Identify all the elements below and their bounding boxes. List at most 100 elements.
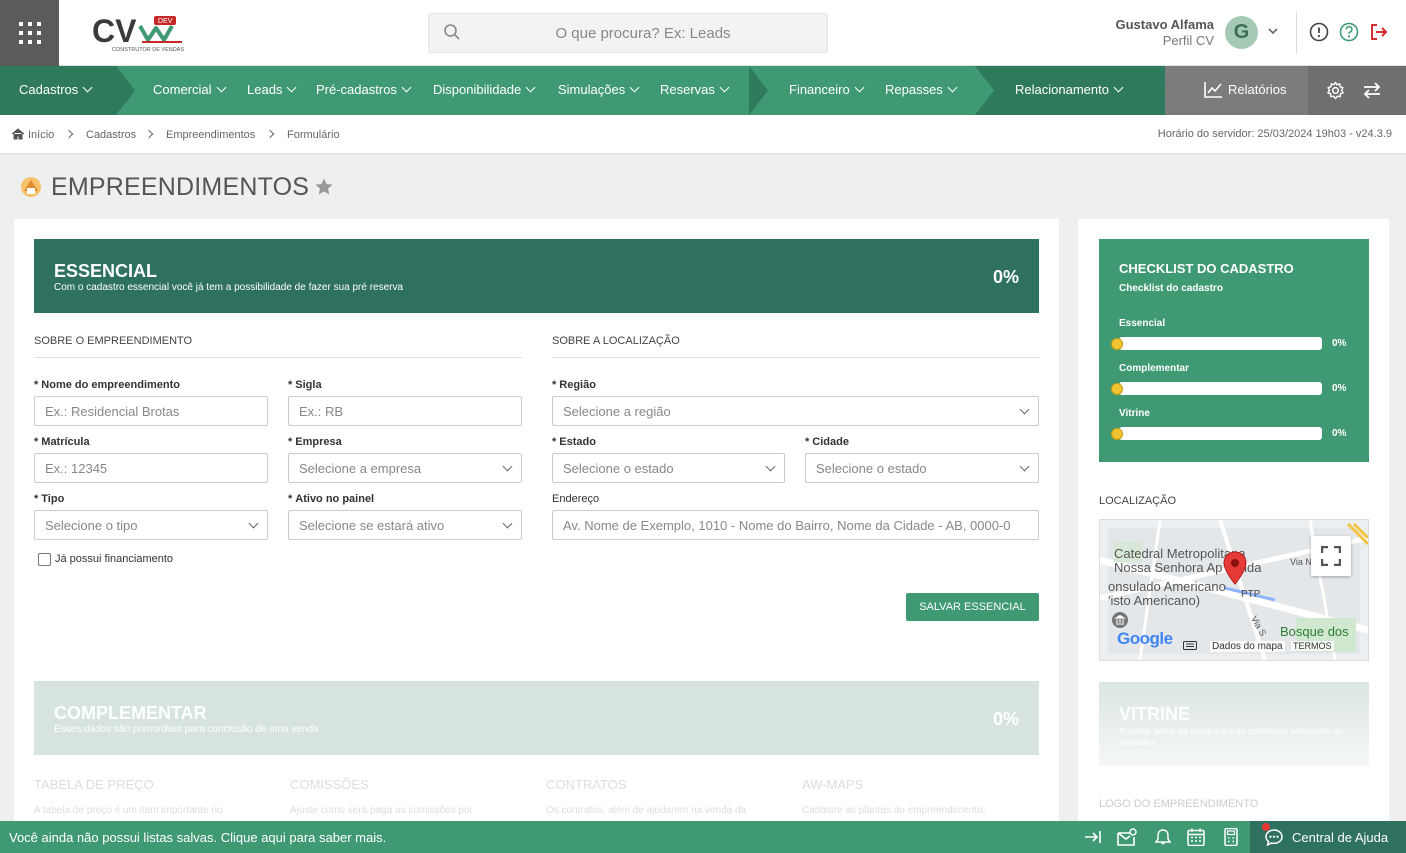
chevron-right-icon — [144, 129, 154, 139]
essencial-title: ESSENCIAL — [54, 261, 158, 281]
calculator-icon[interactable] — [1221, 828, 1241, 846]
complementar-subtitle: Esses dados são primordiais para conclus… — [54, 724, 319, 735]
cidade-select[interactable]: Selecione o estado — [805, 453, 1039, 483]
chevron-down-icon[interactable] — [1267, 27, 1279, 35]
nav-relatorios[interactable]: Relatórios — [1228, 82, 1287, 97]
avatar[interactable]: G — [1225, 16, 1258, 49]
label-ativo: * Ativo no painel — [288, 493, 375, 505]
google-logo: Google — [1117, 629, 1173, 648]
financiamento-checkbox[interactable] — [38, 553, 51, 566]
tab-comissoes-desc: Ajuste como será paga as comissões por — [290, 805, 473, 816]
label-empresa: * Empresa — [288, 436, 342, 448]
keyboard-icon[interactable] — [1183, 641, 1197, 650]
logout-icon[interactable] — [1369, 22, 1389, 42]
progress-bar-essencial — [1119, 337, 1322, 350]
complementar-banner[interactable]: COMPLEMENTAR Esses dados são primordiais… — [34, 681, 1039, 755]
save-essencial-button[interactable]: SALVAR ESSENCIAL — [906, 593, 1039, 621]
sidebar-collapse-icon[interactable] — [1083, 828, 1103, 846]
endereco-field[interactable]: Av. Nome de Exemplo, 1010 - Nome do Bair… — [552, 510, 1039, 540]
divider — [552, 357, 1039, 358]
header-divider — [1296, 12, 1297, 54]
complementar-title: COMPLEMENTAR — [54, 703, 207, 723]
breadcrumb-empreendimentos[interactable]: Empreendimentos — [166, 129, 255, 141]
chevron-right-icon — [64, 129, 74, 139]
tab-comissoes[interactable]: COMISSÕES — [290, 777, 369, 792]
nav-simulacoes[interactable]: Simulações — [558, 82, 638, 97]
empresa-select[interactable]: Selecione a empresa — [288, 453, 522, 483]
progress-value-essencial: 0% — [1332, 338, 1347, 349]
regiao-select[interactable]: Selecione a região — [552, 396, 1039, 426]
search-box[interactable]: O que procura? Ex: Leads — [428, 13, 828, 53]
progress-bar-complementar — [1119, 382, 1322, 395]
label-estado: * Estado — [552, 436, 596, 448]
swap-icon[interactable] — [1362, 81, 1382, 100]
essencial-percent: 0% — [992, 267, 1019, 287]
vitrine-banner[interactable]: VITRINE A vitrine serve de apoio para os… — [1099, 682, 1369, 766]
apps-grid-icon[interactable] — [0, 0, 59, 66]
fullscreen-button[interactable] — [1311, 536, 1351, 576]
label-sigla: * Sigla — [288, 379, 322, 391]
vitrine-subtitle: A vitrine serve de apoio para os correto… — [1119, 726, 1343, 747]
progress-value-vitrine: 0% — [1332, 428, 1347, 439]
checklist-title: CHECKLIST DO CADASTRO — [1119, 261, 1294, 276]
gear-icon[interactable] — [1326, 81, 1345, 100]
nav-disponibilidade[interactable]: Disponibilidade — [433, 82, 534, 97]
smiley-icon — [1111, 383, 1123, 395]
nav-reservas[interactable]: Reservas — [660, 82, 728, 97]
tab-tabela-preco[interactable]: TABELA DE PREÇO — [34, 777, 154, 792]
map-view[interactable]: Catedral Metropolitana Nossa Senhora Ap e… — [1099, 519, 1369, 661]
progress-label-vitrine: Vitrine — [1119, 408, 1150, 419]
star-icon[interactable] — [314, 177, 334, 197]
svg-text:DEV: DEV — [158, 18, 173, 25]
nav-pre-cadastros[interactable]: Pré-cadastros — [316, 82, 410, 97]
search-input[interactable]: O que procura? Ex: Leads — [429, 25, 827, 42]
saved-lists-message[interactable]: Você ainda não possui listas salvas. Cli… — [9, 830, 386, 845]
map-terms-link[interactable]: TERMOS — [1291, 641, 1334, 651]
chart-line-icon — [1204, 82, 1222, 98]
complementar-percent: 0% — [992, 709, 1019, 729]
map-label-bosque: Bosque dos — [1280, 624, 1349, 639]
nav-cadastros[interactable]: Cadastros — [19, 82, 91, 97]
nav-financeiro[interactable]: Financeiro — [789, 82, 863, 97]
progress-value-complementar: 0% — [1332, 383, 1347, 394]
user-info[interactable]: Gustavo Alfama Perfil CV — [1116, 17, 1215, 48]
help-center-button[interactable]: Central de Ajuda — [1250, 821, 1406, 853]
progress-label-complementar: Complementar — [1119, 363, 1190, 374]
nav-leads[interactable]: Leads — [247, 82, 295, 97]
map-data-label: Dados do mapa — [1210, 641, 1285, 652]
breadcrumb-cadastros[interactable]: Cadastros — [86, 129, 136, 141]
sigla-field[interactable]: Ex.: RB — [288, 396, 522, 426]
matricula-field[interactable]: Ex.: 12345 — [34, 453, 268, 483]
label-cidade: * Cidade — [805, 436, 849, 448]
nome-field[interactable]: Ex.: Residencial Brotas — [34, 396, 268, 426]
map-pin-icon[interactable] — [1223, 551, 1247, 585]
nav-relacionamento[interactable]: Relacionamento — [1015, 82, 1122, 97]
label-tipo: * Tipo — [34, 493, 65, 505]
calendar-icon[interactable] — [1186, 828, 1206, 846]
nav-comercial[interactable]: Comercial — [153, 82, 225, 97]
tab-aw-maps[interactable]: AW-MAPS — [802, 777, 863, 792]
bottom-bar: Você ainda não possui listas salvas. Cli… — [0, 821, 1406, 853]
estado-select[interactable]: Selecione o estado — [552, 453, 785, 483]
tab-contratos[interactable]: CONTRATOS — [546, 777, 626, 792]
help-icon[interactable] — [1339, 22, 1359, 42]
label-endereco: Endereço — [552, 493, 600, 505]
financiamento-label: Já possui financiamento — [55, 553, 174, 565]
home-icon[interactable] — [11, 128, 25, 140]
help-center-label: Central de Ajuda — [1292, 830, 1389, 845]
user-name: Gustavo Alfama — [1115, 17, 1215, 32]
tipo-select[interactable]: Selecione o tipo — [34, 510, 268, 540]
nav-repasses[interactable]: Repasses — [885, 82, 956, 97]
label-nome: * Nome do empreendimento — [34, 379, 181, 391]
breadcrumb-home[interactable]: Início — [28, 129, 54, 141]
app-logo[interactable]: CV DEV CONSTRUTOR DE VENDAS — [92, 12, 187, 56]
ativo-select[interactable]: Selecione se estará ativo — [288, 510, 522, 540]
map-label-consulado: onsulado Americano — [1108, 579, 1226, 594]
mail-notification-icon[interactable] — [1117, 828, 1137, 846]
breadcrumb: Início Cadastros Empreendimentos Formulá… — [0, 115, 1406, 153]
essencial-banner[interactable]: ESSENCIAL Com o cadastro essencial você … — [34, 239, 1039, 313]
info-icon[interactable] — [1309, 22, 1329, 42]
bell-icon[interactable] — [1153, 828, 1173, 846]
chevron-right-icon — [265, 129, 275, 139]
map-label-via-n: Via N — [1290, 557, 1312, 567]
